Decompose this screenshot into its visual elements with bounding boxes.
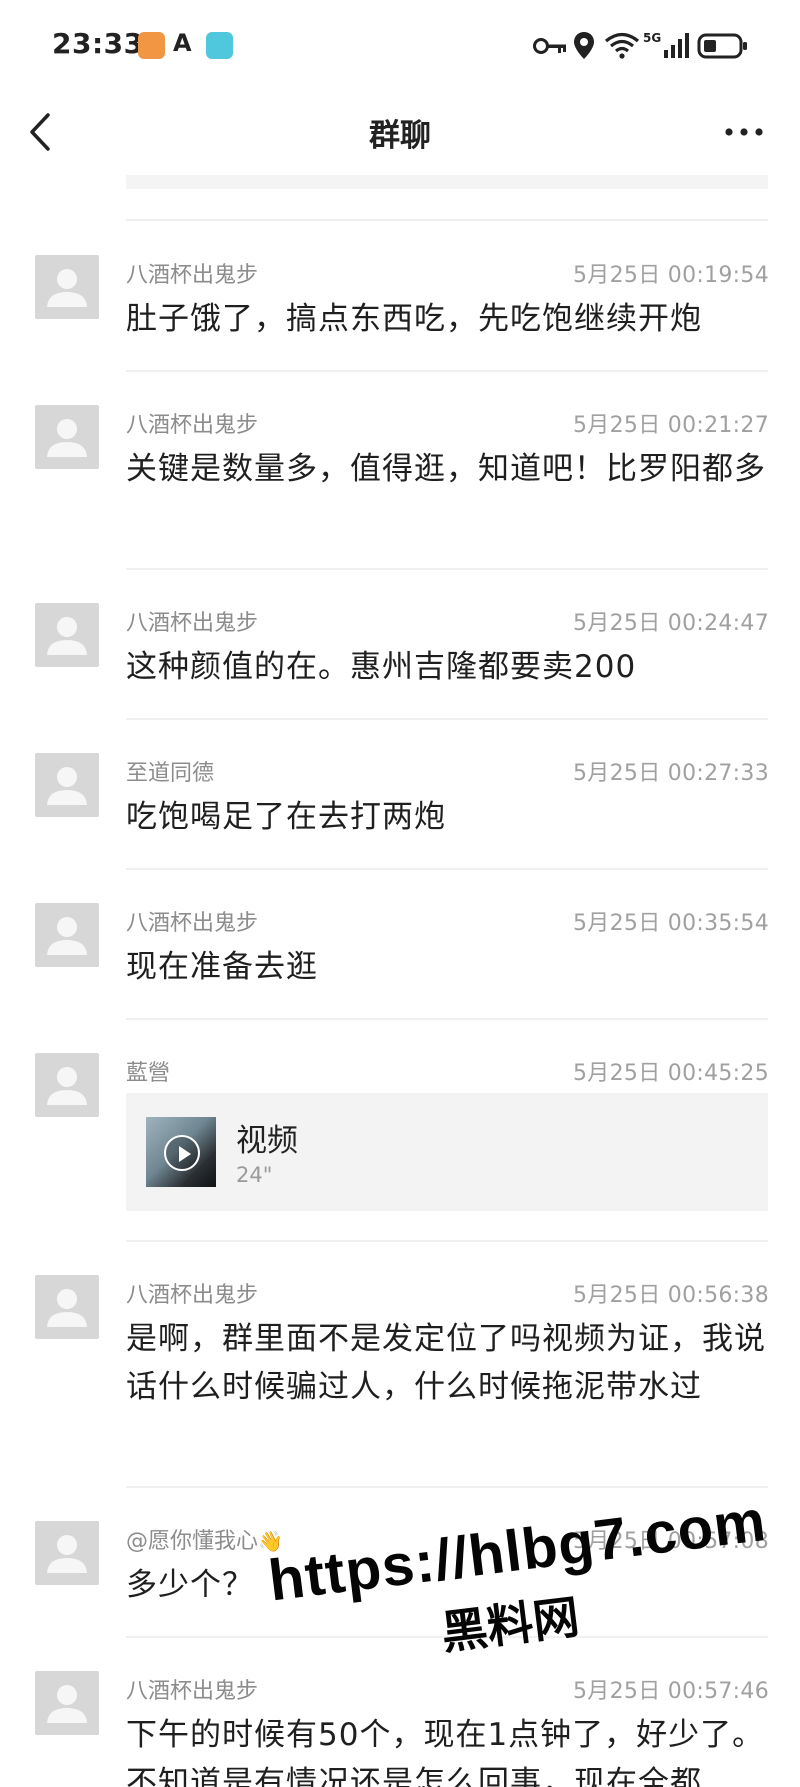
divider <box>126 568 768 570</box>
sender-name: 八酒杯出鬼步 <box>126 1679 259 1704</box>
avatar[interactable] <box>35 1275 99 1339</box>
divider <box>126 1486 768 1488</box>
user-icon <box>47 1685 87 1723</box>
message-time: 5月25日 00:35:54 <box>573 911 769 936</box>
user-icon <box>47 419 87 457</box>
list-item[interactable]: 八酒杯出鬼步 5月25日 00:57:46 下午的时候有50个，现在1点钟了，好… <box>0 1671 800 1787</box>
previous-message-card <box>126 175 768 189</box>
message-text: 多少个？ <box>126 1567 254 1603</box>
message-time: 5月25日 00:19:54 <box>573 263 769 288</box>
divider <box>126 219 768 221</box>
avatar[interactable] <box>35 405 99 469</box>
sender-name: 八酒杯出鬼步 <box>126 911 259 936</box>
sender-name: @愿你懂我心👋 <box>126 1523 283 1555</box>
divider <box>126 1636 768 1638</box>
user-icon <box>47 617 87 655</box>
message-time: 5月25日 00:45:25 <box>573 1061 769 1086</box>
sender-name: 至道同德 <box>126 761 215 786</box>
message-text: 关键是数量多，值得逛，知道吧！比罗阳都多 <box>126 451 766 487</box>
message-time: 5月25日 00:56:38 <box>573 1283 769 1308</box>
message-time: 5月25日 00:21:27 <box>573 413 769 438</box>
sender-name: 藍營 <box>126 1061 171 1086</box>
play-icon[interactable] <box>164 1135 200 1171</box>
message-text: 肚子饿了，搞点东西吃，先吃饱继续开炮 <box>126 301 702 337</box>
avatar[interactable] <box>35 603 99 667</box>
message-text: 现在准备去逛 <box>126 949 318 985</box>
message-time: 5月25日 00:27:33 <box>573 761 769 786</box>
avatar[interactable] <box>35 1053 99 1117</box>
user-icon <box>47 767 87 805</box>
message-text: 是啊，群里面不是发定位了吗视频为证，我说话什么时候骗过人，什么时候拖泥带水过 <box>126 1321 766 1405</box>
user-icon <box>47 1289 87 1327</box>
user-icon <box>47 269 87 307</box>
user-icon <box>47 1535 87 1573</box>
sender-name: 八酒杯出鬼步 <box>126 611 259 636</box>
user-icon <box>47 1067 87 1105</box>
video-duration: 24" <box>236 1163 273 1187</box>
list-item[interactable]: 藍營 5月25日 00:45:25 视频 24" <box>0 1053 800 1233</box>
avatar[interactable] <box>35 255 99 319</box>
avatar[interactable] <box>35 1671 99 1735</box>
list-item[interactable]: 八酒杯出鬼步 5月25日 00:35:54 现在准备去逛 <box>0 903 800 993</box>
user-icon <box>47 917 87 955</box>
message-time: 5月25日 00:57:46 <box>573 1679 769 1704</box>
divider <box>126 370 768 372</box>
sender-name: 八酒杯出鬼步 <box>126 1283 259 1308</box>
avatar[interactable] <box>35 903 99 967</box>
chat-list: 八酒杯出鬼步 5月25日 00:19:54 肚子饿了，搞点东西吃，先吃饱继续开炮… <box>0 0 800 1787</box>
message-text: 吃饱喝足了在去打两炮 <box>126 799 446 835</box>
list-item[interactable]: @愿你懂我心👋 5月25日 00:57:08 多少个？ <box>0 1521 800 1611</box>
sender-name: 八酒杯出鬼步 <box>126 413 259 438</box>
list-item[interactable]: 八酒杯出鬼步 5月25日 00:21:27 关键是数量多，值得逛，知道吧！比罗阳… <box>0 405 800 545</box>
message-time: 5月25日 00:24:47 <box>573 611 769 636</box>
divider <box>126 1018 768 1020</box>
sender-name-text: @愿你懂我心 <box>126 1529 259 1554</box>
chat-screen: 23:33 A 5G 群聊 八酒杯出鬼步 5月25日 00:19:54 肚子饿了… <box>0 0 800 1787</box>
list-item[interactable]: 八酒杯出鬼步 5月25日 00:19:54 肚子饿了，搞点东西吃，先吃饱继续开炮 <box>0 255 800 345</box>
wave-emoji: 👋 <box>258 1529 283 1553</box>
avatar[interactable] <box>35 753 99 817</box>
message-time: 5月25日 00:57:08 <box>573 1529 769 1554</box>
video-card[interactable]: 视频 24" <box>126 1093 768 1211</box>
divider <box>126 718 768 720</box>
divider <box>126 1240 768 1242</box>
video-title: 视频 <box>236 1123 298 1159</box>
sender-name: 八酒杯出鬼步 <box>126 263 259 288</box>
video-thumbnail[interactable] <box>146 1117 216 1187</box>
avatar[interactable] <box>35 1521 99 1585</box>
divider <box>126 868 768 870</box>
list-item[interactable]: 八酒杯出鬼步 5月25日 00:24:47 这种颜值的在。惠州吉隆都要卖200 <box>0 603 800 693</box>
list-item[interactable]: 八酒杯出鬼步 5月25日 00:56:38 是啊，群里面不是发定位了吗视频为证，… <box>0 1275 800 1465</box>
list-item[interactable]: 至道同德 5月25日 00:27:33 吃饱喝足了在去打两炮 <box>0 753 800 843</box>
message-text: 这种颜值的在。惠州吉隆都要卖200 <box>126 649 637 685</box>
message-text: 下午的时候有50个，现在1点钟了，好少了。不知道是有情况还是怎么回事，现在全都 <box>126 1717 765 1787</box>
